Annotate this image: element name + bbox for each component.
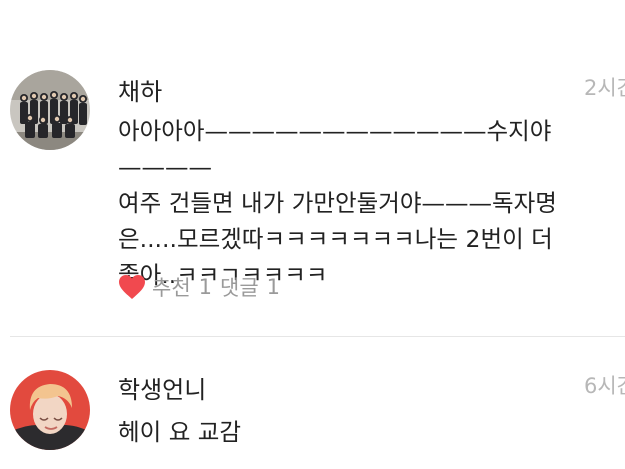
reply-count: 1	[266, 275, 281, 299]
profile-photo-avatar-image	[10, 370, 90, 450]
comment-timestamp: 6시간	[584, 374, 625, 398]
reply-label[interactable]: 댓글	[220, 272, 259, 302]
avatar[interactable]	[10, 370, 90, 450]
divider	[10, 336, 625, 337]
comment-author-name[interactable]: 채하	[118, 72, 162, 107]
comment-timestamp: 2시간	[584, 76, 625, 100]
heart-icon[interactable]	[118, 274, 146, 300]
comment-author-name[interactable]: 학생언니	[118, 370, 206, 405]
group-photo-avatar-image	[10, 70, 90, 150]
comment-text: 헤이 요 교감	[118, 418, 242, 446]
recommend-count: 1	[198, 275, 213, 299]
comment-actions: 추천 1 댓글 1	[118, 272, 280, 302]
comment-text: 아아아아————————————수지야———— 여주 건들면 내가 가만안둘거야…	[118, 117, 557, 289]
avatar[interactable]	[10, 70, 90, 150]
recommend-label[interactable]: 추천	[152, 272, 191, 302]
